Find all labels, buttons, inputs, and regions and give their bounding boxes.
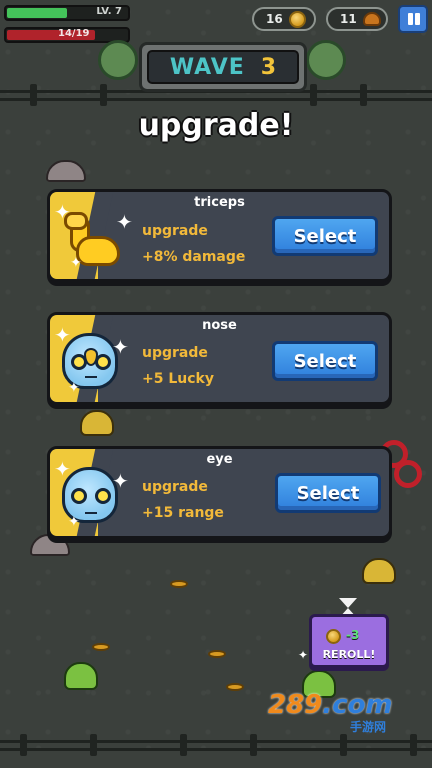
card-line-effect: +8% damage <box>142 249 246 265</box>
kill-counter: 11 <box>326 7 388 31</box>
kill-count: 11 <box>340 12 357 26</box>
yellow-slug-enemy <box>80 410 114 436</box>
xp-bar: LV. 7 <box>4 5 130 21</box>
card-line-upgrade: upgrade <box>142 345 208 361</box>
green-slug-enemy <box>64 662 98 690</box>
upgrade-title: upgrade! <box>138 108 294 143</box>
card-line-upgrade: upgrade <box>142 479 208 495</box>
xp-bar-fill <box>7 8 67 18</box>
wave-sign: WAVE 3 <box>139 42 307 92</box>
wave-label: WAVE <box>169 54 245 80</box>
coin-counter: 16 <box>252 7 316 31</box>
watermark-number: 289 <box>268 690 323 720</box>
sparkle-icon: ✦ <box>68 514 80 530</box>
coin-icon <box>288 10 306 28</box>
sparkle-icon: ✦ <box>54 323 71 347</box>
yellow-slug-enemy <box>362 558 396 584</box>
dropped-coin <box>92 643 110 651</box>
wave-decoration-left <box>98 40 138 80</box>
card-title: nose <box>202 318 237 333</box>
sparkle-icon: ✦ <box>54 200 71 224</box>
watermark-domain: .com <box>322 690 393 720</box>
sparkle-icon: ✦ <box>116 210 133 234</box>
sparkle-icon: ✦ <box>68 380 80 396</box>
sparkle-icon: ✦ <box>70 255 82 271</box>
fence-bottom <box>0 734 432 756</box>
card-line-effect: +15 range <box>142 505 224 521</box>
dropped-coin <box>170 580 188 588</box>
card-title: triceps <box>194 195 245 210</box>
sparkle-icon: ✦ <box>298 648 309 662</box>
wave-number: 3 <box>260 54 277 80</box>
level-label: LV. 7 <box>96 6 122 17</box>
bug-icon <box>362 12 381 26</box>
dropped-coin <box>226 683 244 691</box>
select-button-eye[interactable]: Select <box>275 473 381 513</box>
upgrade-card-nose[interactable]: nose ✦ ✦ ✦ upgrade +5 Lucky Select <box>47 312 392 405</box>
card-line-effect: +5 Lucky <box>142 371 214 387</box>
reroll-cost: -3 <box>346 628 360 642</box>
upgrade-card-eye[interactable]: eye ✦ ✦ ✦ upgrade +15 range Select <box>47 446 392 539</box>
sparkle-icon: ✦ <box>112 335 129 359</box>
coin-icon <box>326 629 341 644</box>
upgrade-card-triceps[interactable]: triceps ✦ ✦ ✦ upgrade +8% damage Select <box>47 189 392 282</box>
reroll-button[interactable]: -3 REROLL! <box>309 614 389 668</box>
select-button-triceps[interactable]: Select <box>272 216 378 256</box>
pause-button[interactable] <box>398 5 428 33</box>
coin-count: 16 <box>266 12 283 26</box>
sparkle-icon: ✦ <box>54 457 71 481</box>
card-line-upgrade: upgrade <box>142 223 208 239</box>
select-button-nose[interactable]: Select <box>272 341 378 381</box>
sparkle-icon: ✦ <box>112 469 129 493</box>
card-title: eye <box>206 452 233 467</box>
reroll-label: REROLL! <box>322 648 376 661</box>
red-ring <box>394 460 422 488</box>
health-text: 14/19 <box>58 28 90 39</box>
watermark-logo: 289.com <box>268 690 393 720</box>
dropped-coin <box>208 650 226 658</box>
watermark-subtitle: 手游网 <box>350 720 387 734</box>
wave-decoration-right <box>306 40 346 80</box>
